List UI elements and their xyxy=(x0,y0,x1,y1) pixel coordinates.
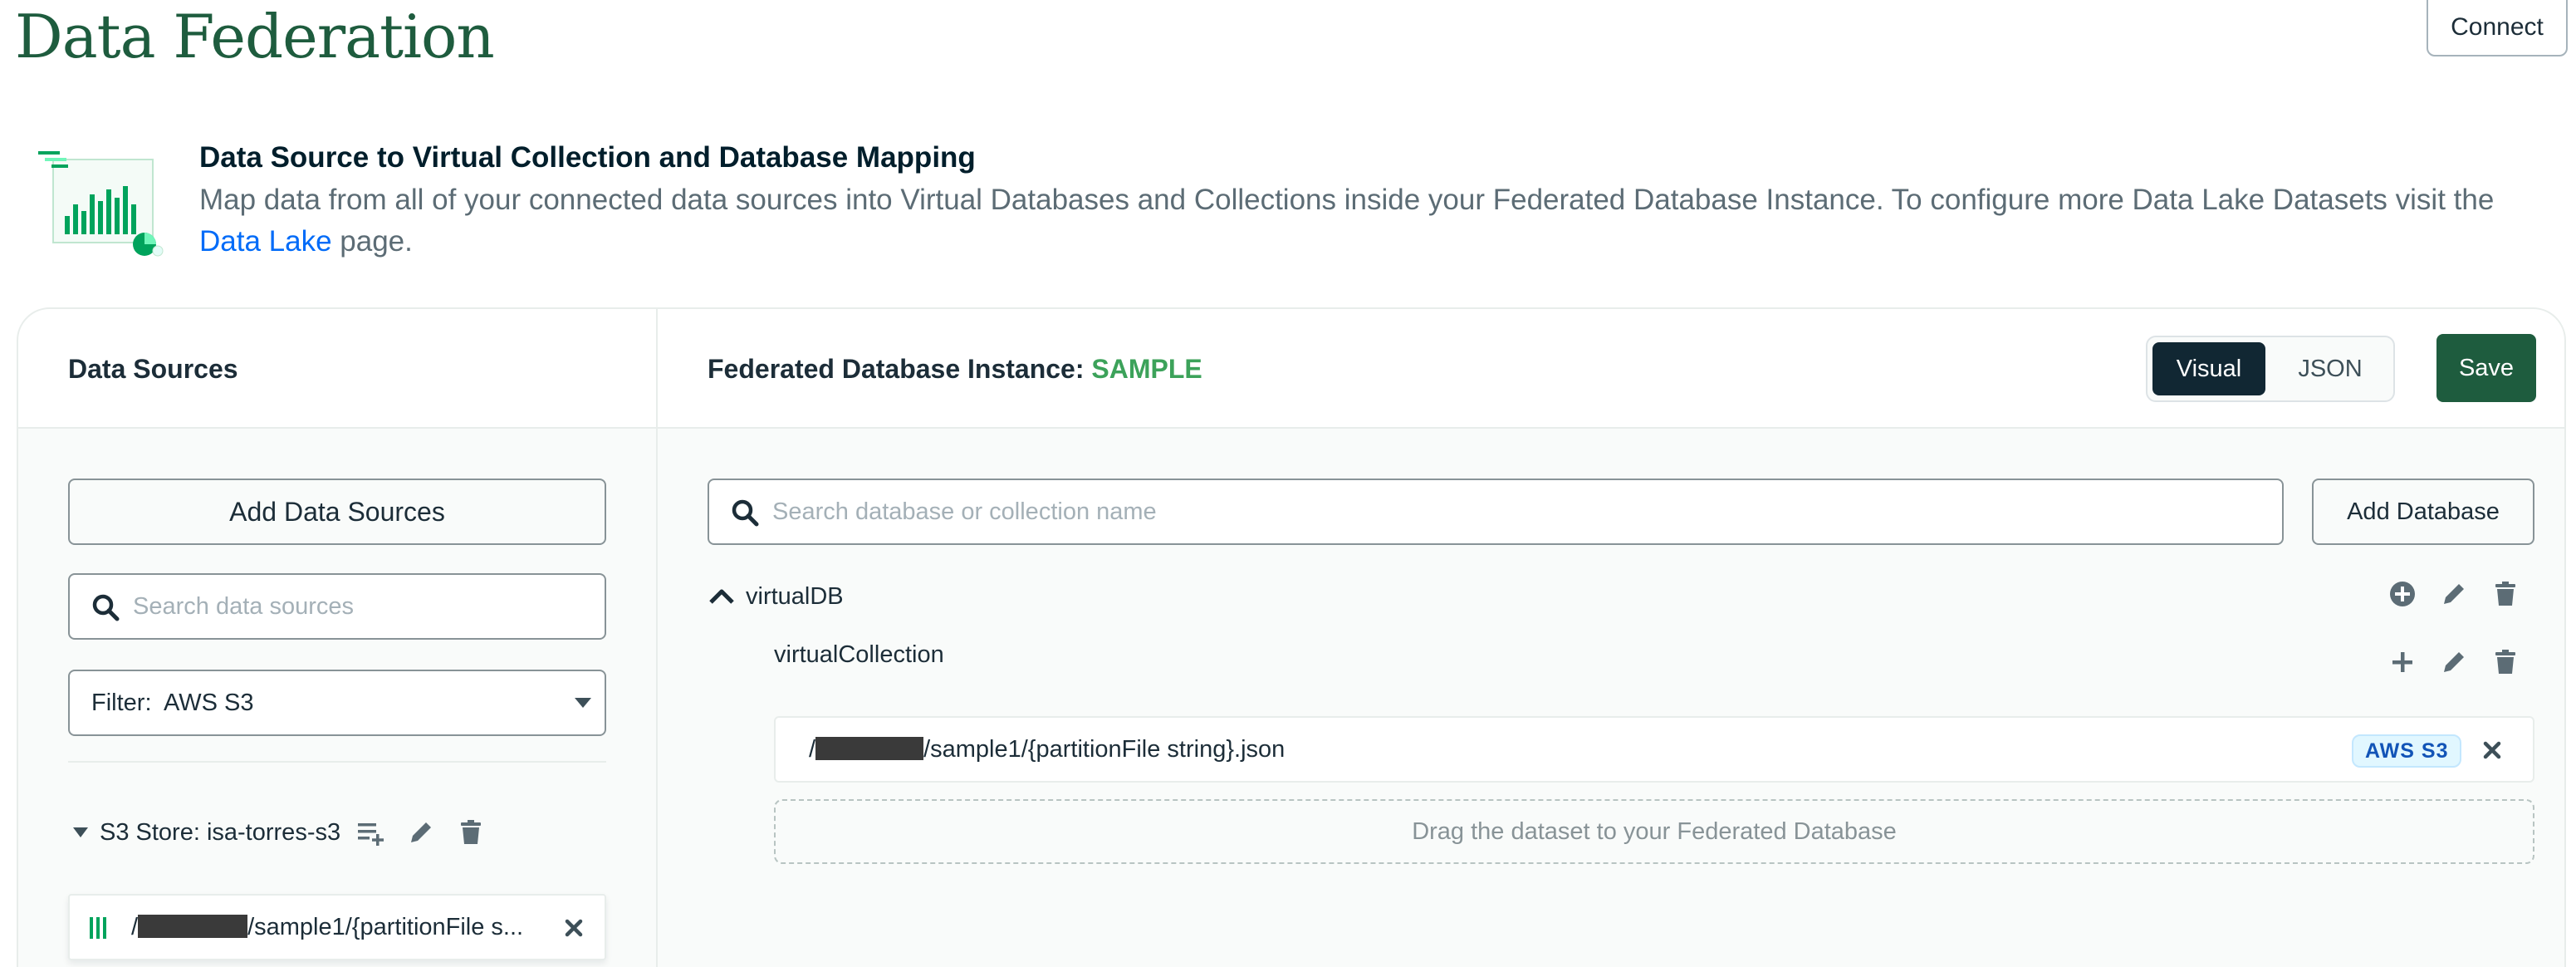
filter-select[interactable]: Filter: AWS S3 xyxy=(68,670,606,736)
edit-icon[interactable] xyxy=(2435,575,2473,613)
drag-handle-icon[interactable] xyxy=(90,917,106,939)
redacted-bucket xyxy=(138,915,248,938)
add-data-sources-button[interactable]: Add Data Sources xyxy=(68,479,606,545)
add-circle-icon[interactable] xyxy=(2383,575,2422,613)
federated-instance-body: Search database or collection name Add D… xyxy=(658,429,2564,967)
connect-button[interactable]: Connect xyxy=(2427,0,2568,56)
filter-prefix: Filter: xyxy=(91,690,152,716)
federated-instance-title: Federated Database Instance: SAMPLE xyxy=(708,354,1202,385)
federated-instance-header: Federated Database Instance: SAMPLE Visu… xyxy=(658,309,2564,429)
mapped-data-source[interactable]: / /sample1/{partitionFile string}.json AW… xyxy=(774,716,2534,783)
banner-description-text: Map data from all of your connected data… xyxy=(199,184,2495,216)
data-lake-link[interactable]: Data Lake xyxy=(199,225,332,258)
page-title: Data Federation xyxy=(15,2,495,71)
dataset-path-suffix: /sample1/{partitionFile s... xyxy=(247,914,524,940)
caret-down-icon[interactable] xyxy=(73,827,88,837)
trash-icon[interactable] xyxy=(452,813,490,852)
database-row[interactable]: virtualDB xyxy=(708,577,844,616)
s3-store-row[interactable]: S3 Store: isa-torres-s3 xyxy=(73,807,502,857)
mapped-data-source-path: / /sample1/{partitionFile string}.json xyxy=(809,736,1285,763)
search-database-placeholder: Search database or collection name xyxy=(772,498,1157,525)
search-icon xyxy=(92,594,120,621)
search-icon xyxy=(732,499,759,527)
trash-icon[interactable] xyxy=(2486,575,2525,613)
redacted-bucket xyxy=(815,737,924,760)
data-sources-title: Data Sources xyxy=(68,354,238,384)
filter-label: Filter: AWS S3 xyxy=(91,690,254,717)
chevron-up-icon[interactable] xyxy=(708,582,736,611)
remove-icon[interactable] xyxy=(2478,736,2506,764)
search-database-input[interactable]: Search database or collection name xyxy=(708,479,2284,545)
database-actions xyxy=(2383,575,2538,613)
federated-instance-label: Federated Database Instance: xyxy=(708,354,1085,384)
add-database-button[interactable]: Add Database xyxy=(2312,479,2534,545)
mapped-path-suffix: /sample1/{partitionFile string}.json xyxy=(923,736,1286,763)
search-data-sources-input[interactable]: Search data sources xyxy=(68,573,606,640)
collection-name: virtualCollection xyxy=(774,641,944,668)
collection-actions xyxy=(2383,643,2538,681)
caret-down-icon xyxy=(575,698,591,708)
database-name: virtualDB xyxy=(746,582,844,610)
save-button[interactable]: Save xyxy=(2436,334,2536,402)
view-toggle: Visual JSON xyxy=(2146,336,2395,402)
s3-store-name: S3 Store: isa-torres-s3 xyxy=(100,818,341,846)
filter-value: AWS S3 xyxy=(164,690,254,716)
data-sources-body: Add Data Sources Search data sources Fil… xyxy=(18,429,658,967)
visual-toggle-button[interactable]: Visual xyxy=(2152,342,2265,395)
mapped-path-prefix: / xyxy=(809,736,816,763)
dataset-path-prefix: / xyxy=(131,914,139,940)
data-sources-header: Data Sources xyxy=(18,309,658,429)
divider xyxy=(68,761,606,763)
dataset-path: / /sample1/{partitionFile s... xyxy=(131,914,523,941)
json-toggle-button[interactable]: JSON xyxy=(2272,342,2388,395)
chart-illustration-icon xyxy=(38,151,164,257)
mapping-panel: Data Sources Federated Database Instance… xyxy=(17,307,2566,967)
instance-name: SAMPLE xyxy=(1091,354,1202,384)
banner-heading: Data Source to Virtual Collection and Da… xyxy=(199,141,976,174)
add-dataset-icon[interactable] xyxy=(352,813,390,852)
remove-icon[interactable] xyxy=(560,914,588,942)
trash-icon[interactable] xyxy=(2486,643,2525,681)
edit-icon[interactable] xyxy=(402,813,440,852)
source-type-badge: AWS S3 xyxy=(2352,734,2462,768)
plus-icon[interactable] xyxy=(2383,643,2422,681)
banner-description: Map data from all of your connected data… xyxy=(199,179,2558,263)
edit-icon[interactable] xyxy=(2435,643,2473,681)
dataset-item[interactable]: / /sample1/{partitionFile s... xyxy=(68,894,606,960)
search-data-sources-placeholder: Search data sources xyxy=(133,593,354,620)
banner-description-suffix: page. xyxy=(331,225,413,258)
dataset-drop-zone[interactable]: Drag the dataset to your Federated Datab… xyxy=(774,799,2534,864)
